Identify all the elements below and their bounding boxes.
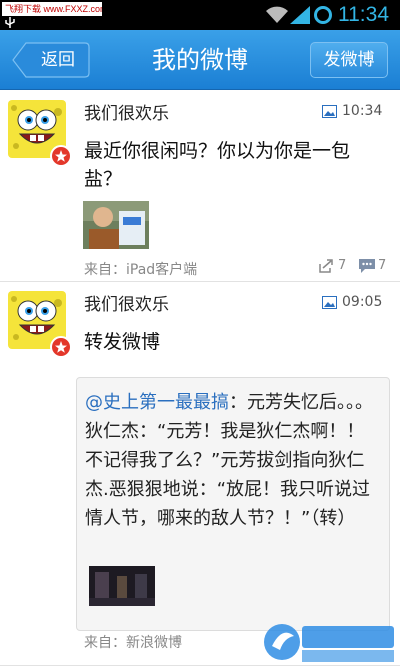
sync-icon [314,6,332,24]
title-bar: 返回 我的微博 发微博 [0,30,400,90]
comment-count: 7 [378,258,387,273]
retweet-image-thumbnail[interactable] [89,566,155,606]
post-content: 转发微博 [84,331,161,353]
post-time-group: 10:34 [322,103,390,121]
verified-badge-icon [50,336,72,358]
signal-icon [290,6,310,24]
status-bar: 飞翔下载 www.FXXZ.com 11:34 [0,0,400,30]
post-image-thumbnail[interactable] [83,201,149,249]
comment-icon [359,259,375,273]
post-content: 最近你很闲吗？你以为你是一包盐？ [84,140,351,190]
post-source: 来自：iPad客户端 [84,262,198,278]
post-time: 10:34 [342,103,383,119]
repost-button[interactable]: 7 [318,258,352,276]
post-time-group: 09:05 [322,294,390,312]
status-clock: 11:34 [338,3,389,26]
image-icon [322,296,337,309]
post-source: 来自：新浪微博 [84,635,182,651]
weibo-feed[interactable]: 我们很欢乐 10:34 最近你很闲吗？你以为你是一包盐？ 来自：iPad客户端 … [0,91,400,666]
image-icon [322,105,337,118]
repost-count: 7 [338,258,347,273]
retweet-mention-link[interactable]: @史上第一最最搞 [85,392,229,413]
comment-button[interactable]: 7 [358,258,392,276]
watermark-text: 飞翔下载 www.FXXZ.com [2,2,102,16]
username[interactable]: 我们很欢乐 [84,99,169,124]
retweet-text: @史上第一最最搞：元芳失忆后。。。狄仁杰：“元芳！我是狄仁杰啊！！不记得我了么？… [85,388,381,533]
repost-icon [319,259,333,273]
verified-badge-icon [50,145,72,167]
back-button[interactable]: 返回 [12,42,90,78]
compose-button[interactable]: 发微博 [310,42,388,78]
usb-icon [5,17,15,28]
wifi-icon [266,6,288,23]
weibo-post[interactable]: 我们很欢乐 10:34 最近你很闲吗？你以为你是一包盐？ 来自：iPad客户端 … [0,91,400,282]
post-time: 09:05 [342,294,383,310]
retweet-card[interactable]: @史上第一最最搞：元芳失忆后。。。狄仁杰：“元芳！我是狄仁杰啊！！不记得我了么？… [76,377,390,631]
back-button-label: 返回 [41,50,75,70]
username[interactable]: 我们很欢乐 [84,290,169,315]
site-watermark-logo [264,624,394,662]
weibo-post[interactable]: 我们很欢乐 09:05 转发微博 @史上第一最最搞：元芳失忆后。。。狄仁杰：“元… [0,282,400,666]
